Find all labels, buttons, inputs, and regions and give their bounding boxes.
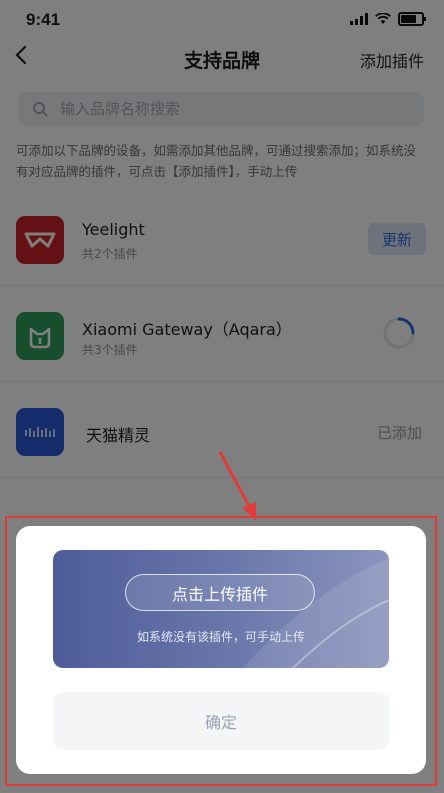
- upload-banner: 点击上传插件 如系统没有该插件，可手动上传: [53, 550, 389, 668]
- upload-plugin-dialog: 点击上传插件 如系统没有该插件，可手动上传 确定: [16, 526, 426, 774]
- confirm-button[interactable]: 确定: [53, 692, 389, 750]
- upload-plugin-button[interactable]: 点击上传插件: [125, 574, 315, 611]
- upload-hint: 如系统没有该插件，可手动上传: [136, 630, 305, 644]
